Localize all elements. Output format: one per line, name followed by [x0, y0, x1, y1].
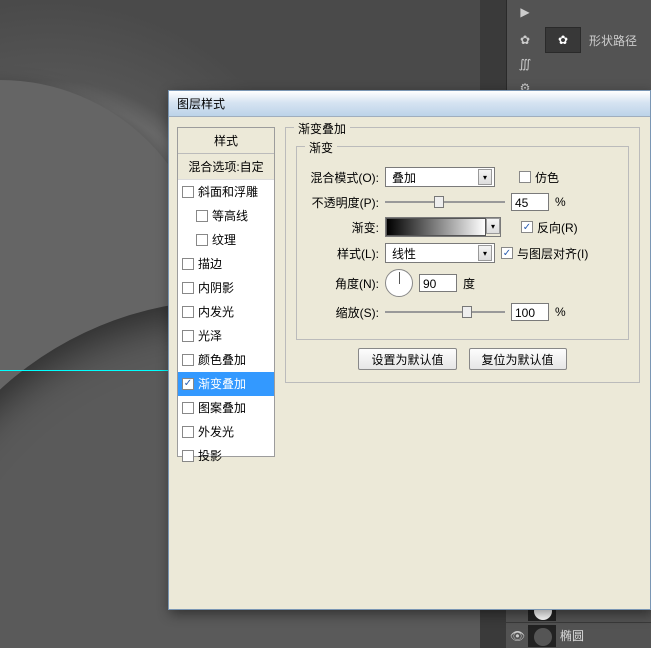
gradient-groupbox: 渐变 混合模式(O): 叠加 ▾ 仿色 [296, 146, 629, 340]
scale-slider[interactable] [385, 304, 505, 320]
chevron-down-icon[interactable]: ▾ [486, 218, 500, 234]
style-item-label: 投影 [198, 447, 222, 464]
checkbox-icon[interactable] [182, 306, 194, 318]
scale-label: 缩放(S): [307, 304, 379, 321]
style-item-label: 颜色叠加 [198, 351, 246, 368]
style-item-stroke[interactable]: 描边 [178, 252, 274, 276]
degree-label: 度 [463, 275, 475, 292]
checkbox-icon[interactable] [196, 234, 208, 246]
set-default-button[interactable]: 设置为默认值 [358, 348, 456, 370]
play-icon[interactable]: ▶ [513, 0, 537, 24]
checkbox-icon[interactable] [182, 330, 194, 342]
style-settings-area: 渐变叠加 渐变 混合模式(O): 叠加 ▾ 仿色 [285, 127, 640, 599]
checkbox-icon[interactable] [182, 402, 194, 414]
reverse-checkbox[interactable]: 反向(R) [521, 219, 578, 236]
blend-mode-combo[interactable]: 叠加 ▾ [385, 167, 495, 187]
shape-swatch[interactable]: ✿ [545, 27, 581, 53]
dialog-titlebar[interactable]: 图层样式 [169, 91, 650, 117]
style-value: 线性 [392, 245, 416, 262]
reverse-label: 反向(R) [537, 219, 578, 236]
align-checkbox[interactable]: 与图层对齐(I) [501, 245, 588, 262]
checkbox-icon[interactable] [182, 378, 194, 390]
blend-mode-value: 叠加 [392, 169, 416, 186]
style-item-label: 纹理 [212, 231, 236, 248]
dialog-title: 图层样式 [177, 95, 225, 112]
style-item-label: 描边 [198, 255, 222, 272]
style-item-label: 渐变叠加 [198, 375, 246, 392]
style-item-satin[interactable]: 光泽 [178, 324, 274, 348]
style-item-label: 斜面和浮雕 [198, 183, 258, 200]
checkbox-icon [501, 247, 513, 259]
style-combo[interactable]: 线性 ▾ [385, 243, 495, 263]
styles-list-container: 样式 混合选项:自定 斜面和浮雕等高线纹理描边内阴影内发光光泽颜色叠加渐变叠加图… [177, 127, 275, 599]
shape-path-label: 形状路径 [589, 32, 637, 49]
chevron-down-icon: ▾ [478, 245, 492, 261]
style-item-gradient_overlay[interactable]: 渐变叠加 [178, 372, 274, 396]
checkbox-icon [521, 221, 533, 233]
checkbox-icon[interactable] [196, 210, 208, 222]
angle-input[interactable]: 90 [419, 274, 457, 292]
chevron-down-icon: ▾ [478, 169, 492, 185]
blend-options-item[interactable]: 混合选项:自定 [178, 154, 274, 180]
angle-label: 角度(N): [307, 275, 379, 292]
style-item-label: 内发光 [198, 303, 234, 320]
checkbox-icon[interactable] [182, 282, 194, 294]
style-item-label: 外发光 [198, 423, 234, 440]
gradient-label: 渐变: [307, 219, 379, 236]
opacity-slider[interactable] [385, 194, 505, 210]
percent-label: % [555, 305, 566, 319]
styles-list: 样式 混合选项:自定 斜面和浮雕等高线纹理描边内阴影内发光光泽颜色叠加渐变叠加图… [177, 127, 275, 457]
panel-title: 渐变叠加 [294, 120, 350, 137]
style-item-inner_glow[interactable]: 内发光 [178, 300, 274, 324]
checkbox-icon[interactable] [182, 354, 194, 366]
group-title: 渐变 [305, 139, 337, 156]
style-item-drop_shadow[interactable]: 投影 [178, 444, 274, 468]
layer-style-dialog: 图层样式 样式 混合选项:自定 斜面和浮雕等高线纹理描边内阴影内发光光泽颜色叠加… [168, 90, 651, 610]
dither-label: 仿色 [535, 169, 559, 186]
checkbox-icon [519, 171, 531, 183]
style-item-bevel[interactable]: 斜面和浮雕 [178, 180, 274, 204]
blend-mode-label: 混合模式(O): [307, 169, 379, 186]
flower-icon[interactable]: ✿ [513, 28, 537, 52]
checkbox-icon[interactable] [182, 258, 194, 270]
percent-label: % [555, 195, 566, 209]
gradient-swatch[interactable] [386, 218, 486, 236]
checkbox-icon[interactable] [182, 450, 194, 462]
style-item-label: 图案叠加 [198, 399, 246, 416]
style-item-label: 等高线 [212, 207, 248, 224]
visibility-icon[interactable]: 👁 [510, 629, 524, 643]
style-item-label: 内阴影 [198, 279, 234, 296]
style-item-label: 光泽 [198, 327, 222, 344]
style-item-color_overlay[interactable]: 颜色叠加 [178, 348, 274, 372]
opacity-input[interactable]: 45 [511, 193, 549, 211]
style-item-contour[interactable]: 等高线 [178, 204, 274, 228]
layer-row[interactable]: 👁 椭圆 [506, 622, 651, 648]
style-item-outer_glow[interactable]: 外发光 [178, 420, 274, 444]
opacity-label: 不透明度(P): [307, 194, 379, 211]
brushes-icon[interactable]: ∭ [513, 52, 537, 76]
style-item-texture[interactable]: 纹理 [178, 228, 274, 252]
dither-checkbox[interactable]: 仿色 [519, 169, 559, 186]
angle-dial[interactable] [385, 269, 413, 297]
outer-groupbox: 渐变叠加 渐变 混合模式(O): 叠加 ▾ 仿色 [285, 127, 640, 383]
checkbox-icon[interactable] [182, 426, 194, 438]
checkbox-icon[interactable] [182, 186, 194, 198]
style-label: 样式(L): [307, 245, 379, 262]
styles-header[interactable]: 样式 [178, 128, 274, 154]
layer-name: 椭圆 [560, 627, 584, 644]
style-item-pattern_overlay[interactable]: 图案叠加 [178, 396, 274, 420]
scale-input[interactable]: 100 [511, 303, 549, 321]
layer-thumb [528, 625, 556, 647]
align-label: 与图层对齐(I) [517, 245, 588, 262]
reset-default-button[interactable]: 复位为默认值 [469, 348, 567, 370]
style-item-inner_shadow[interactable]: 内阴影 [178, 276, 274, 300]
